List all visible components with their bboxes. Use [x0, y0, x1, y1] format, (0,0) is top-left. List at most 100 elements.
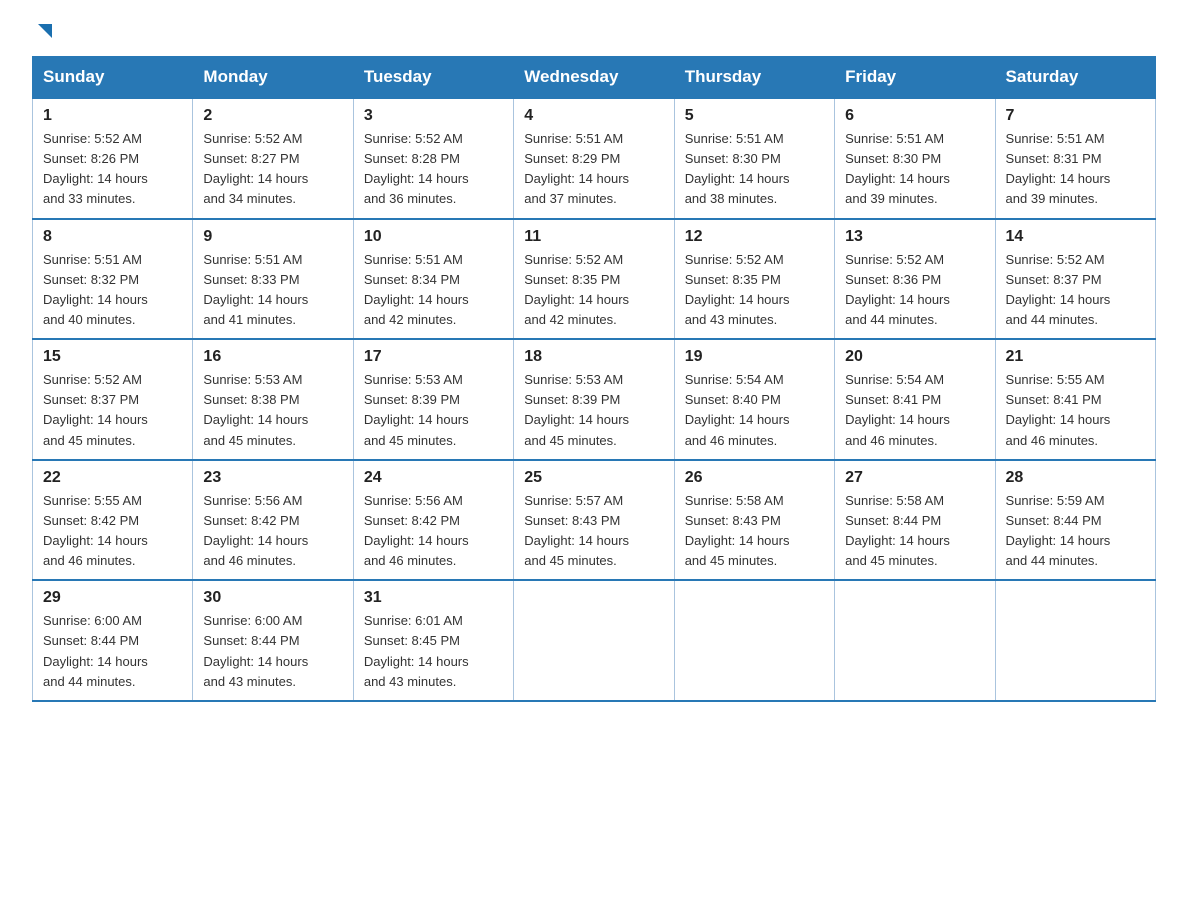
calendar-day-cell: 29 Sunrise: 6:00 AMSunset: 8:44 PMDayligh…	[33, 580, 193, 701]
day-info: Sunrise: 5:51 AMSunset: 8:30 PMDaylight:…	[685, 131, 790, 206]
calendar-week-row: 22 Sunrise: 5:55 AMSunset: 8:42 PMDayligh…	[33, 460, 1156, 581]
day-number: 18	[524, 348, 663, 366]
day-info: Sunrise: 5:56 AMSunset: 8:42 PMDaylight:…	[203, 493, 308, 568]
day-number: 24	[364, 469, 503, 487]
empty-cell	[995, 580, 1155, 701]
day-info: Sunrise: 5:52 AMSunset: 8:35 PMDaylight:…	[524, 252, 629, 327]
calendar-week-row: 8 Sunrise: 5:51 AMSunset: 8:32 PMDaylight…	[33, 219, 1156, 340]
day-info: Sunrise: 5:57 AMSunset: 8:43 PMDaylight:…	[524, 493, 629, 568]
day-info: Sunrise: 5:53 AMSunset: 8:39 PMDaylight:…	[524, 372, 629, 447]
day-info: Sunrise: 5:51 AMSunset: 8:33 PMDaylight:…	[203, 252, 308, 327]
day-info: Sunrise: 5:55 AMSunset: 8:42 PMDaylight:…	[43, 493, 148, 568]
calendar-day-cell: 15 Sunrise: 5:52 AMSunset: 8:37 PMDayligh…	[33, 339, 193, 460]
calendar-day-cell: 11 Sunrise: 5:52 AMSunset: 8:35 PMDayligh…	[514, 219, 674, 340]
weekday-header-monday: Monday	[193, 57, 353, 99]
calendar-week-row: 1 Sunrise: 5:52 AMSunset: 8:26 PMDaylight…	[33, 98, 1156, 219]
calendar-day-cell: 22 Sunrise: 5:55 AMSunset: 8:42 PMDayligh…	[33, 460, 193, 581]
day-info: Sunrise: 5:51 AMSunset: 8:29 PMDaylight:…	[524, 131, 629, 206]
day-number: 5	[685, 107, 824, 125]
calendar-day-cell: 25 Sunrise: 5:57 AMSunset: 8:43 PMDayligh…	[514, 460, 674, 581]
day-info: Sunrise: 5:51 AMSunset: 8:34 PMDaylight:…	[364, 252, 469, 327]
day-number: 25	[524, 469, 663, 487]
day-number: 17	[364, 348, 503, 366]
calendar-day-cell: 13 Sunrise: 5:52 AMSunset: 8:36 PMDayligh…	[835, 219, 995, 340]
day-info: Sunrise: 5:51 AMSunset: 8:32 PMDaylight:…	[43, 252, 148, 327]
calendar-day-cell: 19 Sunrise: 5:54 AMSunset: 8:40 PMDayligh…	[674, 339, 834, 460]
calendar-day-cell: 2Sunrise: 5:52 AMSunset: 8:27 PMDaylight…	[193, 98, 353, 219]
calendar-day-cell: 10 Sunrise: 5:51 AMSunset: 8:34 PMDayligh…	[353, 219, 513, 340]
day-info: Sunrise: 6:01 AMSunset: 8:45 PMDaylight:…	[364, 613, 469, 688]
logo-area	[32, 24, 56, 38]
calendar-day-cell: 18 Sunrise: 5:53 AMSunset: 8:39 PMDayligh…	[514, 339, 674, 460]
calendar-day-cell: 28 Sunrise: 5:59 AMSunset: 8:44 PMDayligh…	[995, 460, 1155, 581]
day-info: Sunrise: 5:54 AMSunset: 8:40 PMDaylight:…	[685, 372, 790, 447]
day-info: Sunrise: 5:51 AMSunset: 8:31 PMDaylight:…	[1006, 131, 1111, 206]
empty-cell	[835, 580, 995, 701]
day-info: Sunrise: 5:55 AMSunset: 8:41 PMDaylight:…	[1006, 372, 1111, 447]
weekday-header-tuesday: Tuesday	[353, 57, 513, 99]
day-info: Sunrise: 5:52 AMSunset: 8:26 PMDaylight:…	[43, 131, 148, 206]
day-number: 27	[845, 469, 984, 487]
day-info: Sunrise: 5:59 AMSunset: 8:44 PMDaylight:…	[1006, 493, 1111, 568]
day-info: Sunrise: 5:53 AMSunset: 8:38 PMDaylight:…	[203, 372, 308, 447]
calendar-table: SundayMondayTuesdayWednesdayThursdayFrid…	[32, 56, 1156, 702]
calendar-day-cell: 21Sunrise: 5:55 AMSunset: 8:41 PMDayligh…	[995, 339, 1155, 460]
day-number: 29	[43, 589, 182, 607]
calendar-day-cell: 9 Sunrise: 5:51 AMSunset: 8:33 PMDaylight…	[193, 219, 353, 340]
day-number: 3	[364, 107, 503, 125]
day-info: Sunrise: 5:51 AMSunset: 8:30 PMDaylight:…	[845, 131, 950, 206]
calendar-day-cell: 8 Sunrise: 5:51 AMSunset: 8:32 PMDaylight…	[33, 219, 193, 340]
calendar-day-cell: 26 Sunrise: 5:58 AMSunset: 8:43 PMDayligh…	[674, 460, 834, 581]
day-info: Sunrise: 5:52 AMSunset: 8:37 PMDaylight:…	[43, 372, 148, 447]
calendar-day-cell: 30Sunrise: 6:00 AMSunset: 8:44 PMDayligh…	[193, 580, 353, 701]
empty-cell	[514, 580, 674, 701]
day-info: Sunrise: 5:52 AMSunset: 8:27 PMDaylight:…	[203, 131, 308, 206]
day-info: Sunrise: 6:00 AMSunset: 8:44 PMDaylight:…	[203, 613, 308, 688]
day-info: Sunrise: 5:54 AMSunset: 8:41 PMDaylight:…	[845, 372, 950, 447]
calendar-day-cell: 12Sunrise: 5:52 AMSunset: 8:35 PMDayligh…	[674, 219, 834, 340]
day-number: 23	[203, 469, 342, 487]
day-number: 31	[364, 589, 503, 607]
day-number: 16	[203, 348, 342, 366]
calendar-week-row: 29 Sunrise: 6:00 AMSunset: 8:44 PMDayligh…	[33, 580, 1156, 701]
day-number: 20	[845, 348, 984, 366]
day-info: Sunrise: 5:58 AMSunset: 8:43 PMDaylight:…	[685, 493, 790, 568]
calendar-day-cell: 1 Sunrise: 5:52 AMSunset: 8:26 PMDaylight…	[33, 98, 193, 219]
weekday-header-sunday: Sunday	[33, 57, 193, 99]
day-number: 8	[43, 228, 182, 246]
day-number: 26	[685, 469, 824, 487]
empty-cell	[674, 580, 834, 701]
calendar-day-cell: 27 Sunrise: 5:58 AMSunset: 8:44 PMDayligh…	[835, 460, 995, 581]
calendar-day-cell: 6Sunrise: 5:51 AMSunset: 8:30 PMDaylight…	[835, 98, 995, 219]
day-number: 15	[43, 348, 182, 366]
day-info: Sunrise: 5:52 AMSunset: 8:28 PMDaylight:…	[364, 131, 469, 206]
calendar-day-cell: 23 Sunrise: 5:56 AMSunset: 8:42 PMDayligh…	[193, 460, 353, 581]
day-info: Sunrise: 6:00 AMSunset: 8:44 PMDaylight:…	[43, 613, 148, 688]
calendar-day-cell: 16 Sunrise: 5:53 AMSunset: 8:38 PMDayligh…	[193, 339, 353, 460]
day-number: 9	[203, 228, 342, 246]
weekday-header-thursday: Thursday	[674, 57, 834, 99]
day-number: 11	[524, 228, 663, 246]
day-info: Sunrise: 5:52 AMSunset: 8:36 PMDaylight:…	[845, 252, 950, 327]
day-number: 12	[685, 228, 824, 246]
calendar-day-cell: 4 Sunrise: 5:51 AMSunset: 8:29 PMDaylight…	[514, 98, 674, 219]
calendar-day-cell: 14 Sunrise: 5:52 AMSunset: 8:37 PMDayligh…	[995, 219, 1155, 340]
calendar-day-cell: 3 Sunrise: 5:52 AMSunset: 8:28 PMDaylight…	[353, 98, 513, 219]
weekday-header-friday: Friday	[835, 57, 995, 99]
day-number: 13	[845, 228, 984, 246]
weekday-header-wednesday: Wednesday	[514, 57, 674, 99]
day-number: 28	[1006, 469, 1145, 487]
calendar-week-row: 15 Sunrise: 5:52 AMSunset: 8:37 PMDayligh…	[33, 339, 1156, 460]
day-number: 19	[685, 348, 824, 366]
day-number: 1	[43, 107, 182, 125]
day-info: Sunrise: 5:58 AMSunset: 8:44 PMDaylight:…	[845, 493, 950, 568]
calendar-day-cell: 17Sunrise: 5:53 AMSunset: 8:39 PMDayligh…	[353, 339, 513, 460]
calendar-day-cell: 24Sunrise: 5:56 AMSunset: 8:42 PMDayligh…	[353, 460, 513, 581]
calendar-day-cell: 5 Sunrise: 5:51 AMSunset: 8:30 PMDaylight…	[674, 98, 834, 219]
calendar-day-cell: 20 Sunrise: 5:54 AMSunset: 8:41 PMDayligh…	[835, 339, 995, 460]
day-number: 4	[524, 107, 663, 125]
day-number: 22	[43, 469, 182, 487]
day-info: Sunrise: 5:52 AMSunset: 8:37 PMDaylight:…	[1006, 252, 1111, 327]
day-number: 10	[364, 228, 503, 246]
day-number: 14	[1006, 228, 1145, 246]
